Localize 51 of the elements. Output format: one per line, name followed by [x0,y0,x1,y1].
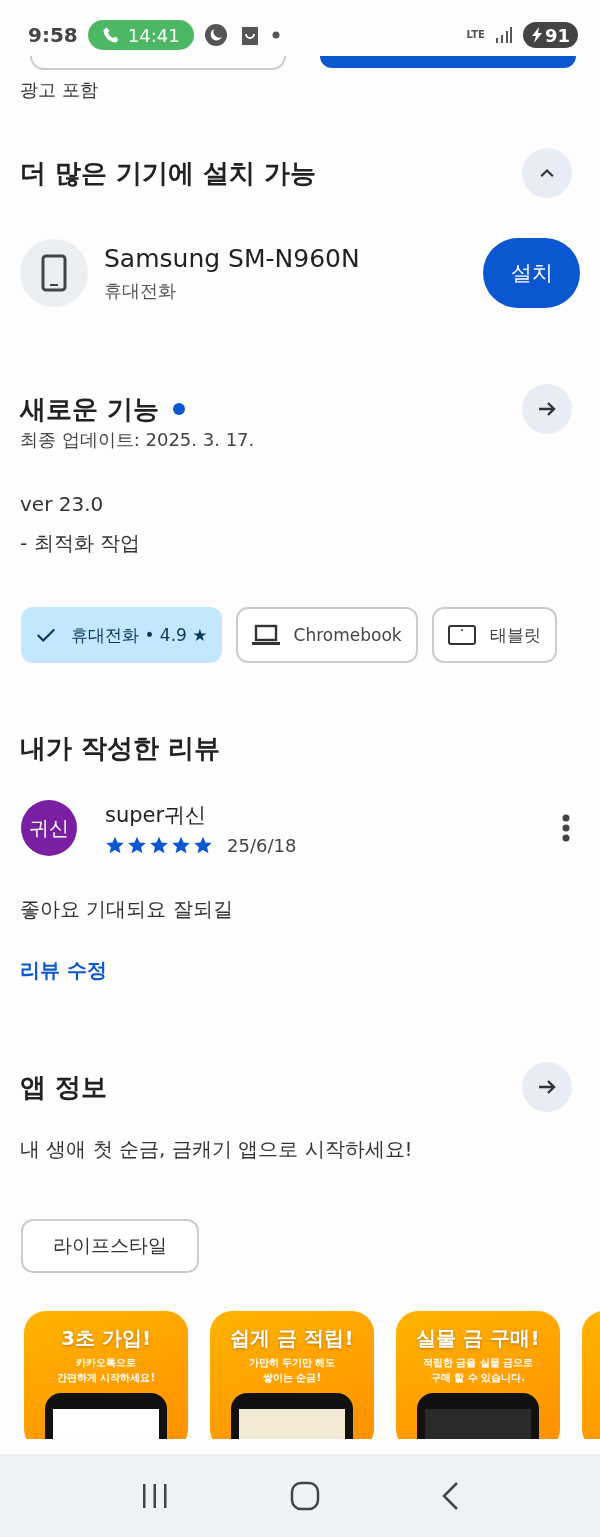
primary-button[interactable] [320,56,576,68]
tablet-icon [447,624,476,646]
device-type: 휴대전화 [104,278,177,303]
star-icon [127,835,147,855]
back-icon[interactable] [440,1480,460,1511]
charging-icon [530,27,543,43]
section-title: 더 많은 기기에 설치 가능 [20,156,317,190]
user-avatar: 귀신 [21,800,77,856]
review-date: 25/6/18 [227,834,297,856]
screenshot-caption: 적립한 금을 실물 금으로 구매 할 수 있습니다. [422,1356,534,1385]
clock: 9:58 [28,23,78,47]
release-note: ver 23.0 [20,492,105,516]
recent-apps-icon[interactable] [140,1482,170,1509]
star-icon [171,835,191,855]
screenshot-caption: 카카오톡으로 간편하게 시작하세요! [56,1356,155,1385]
moon-icon [203,23,228,47]
more-options-icon[interactable] [562,814,570,842]
device-filter-chip[interactable]: Chromebook [235,607,418,663]
more-button[interactable] [522,1062,572,1112]
screenshot-title: 3초 가입! [61,1325,151,1352]
section-title: 내가 작성한 리뷰 [20,732,221,765]
app-description: 내 생애 첫 순금, 금캐기 앱으로 시작하세요! [20,1136,414,1163]
release-note: - 최적화 작업 [20,530,141,557]
section-title: 새로운 기능 [20,392,160,426]
star-icon [193,835,213,855]
screenshot-title: 쉽게 금 적립! [230,1325,354,1352]
install-button[interactable]: 설치 [483,238,580,308]
signal-icon [494,26,513,44]
phone-icon [101,26,120,44]
home-icon[interactable] [290,1480,320,1511]
category-chip[interactable]: 라이프스타일 [21,1219,199,1273]
screenshot-title: 실물 금 구매! [416,1325,540,1352]
more-button[interactable] [522,384,572,434]
star-icon [149,835,169,855]
update-date: 최종 업데이트: 2025. 3. 17. [20,428,256,452]
reviewer-name: super귀신 [105,801,208,829]
device-filter-chip[interactable]: 휴대전화 • 4.9 ★ [21,607,222,663]
screenshot-caption: 가만히 두기만 해도 쌓이는 순금! [248,1356,336,1385]
device-name: Samsung SM-N960N [104,243,361,273]
dot-icon [271,31,280,39]
device-filter-chip[interactable]: 태블릿 [431,607,557,663]
network-type: LTE [466,30,485,40]
phone-icon [41,254,67,292]
section-title: 앱 정보 [20,1070,108,1104]
edit-review-link[interactable]: 리뷰 수정 [20,957,107,984]
battery-level: 91 [544,24,570,46]
ad-notice: 광고 포함 [20,78,99,102]
star-icon [105,835,125,855]
call-duration: 14:41 [127,24,180,46]
laptop-icon [251,624,280,646]
review-text: 좋아요 기대되요 잘되길 [20,896,234,923]
